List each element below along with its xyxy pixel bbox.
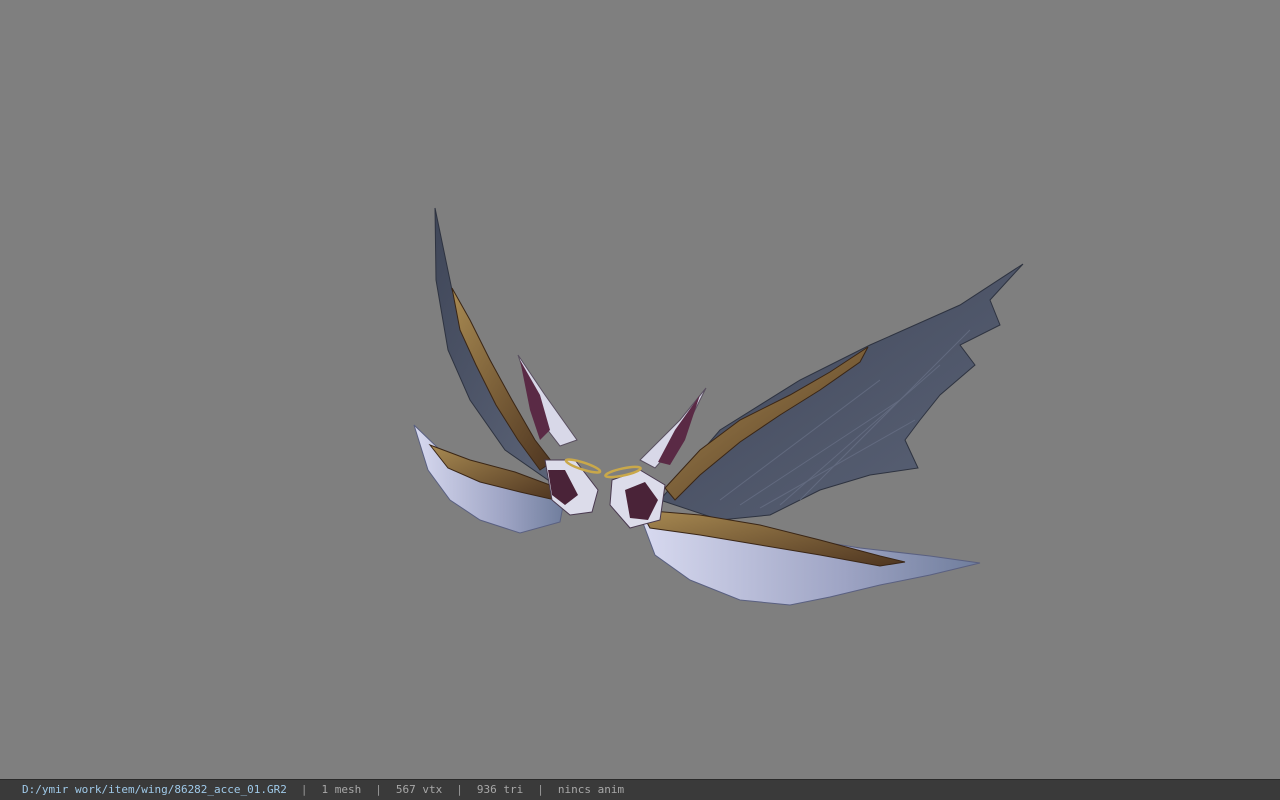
mesh-count: 1 mesh [321,783,362,796]
render-viewport[interactable] [0,0,1280,779]
separator: | [375,783,382,796]
separator: | [537,783,544,796]
file-path: D:/ymir work/item/wing/86282_acce_01.GR2 [22,783,287,796]
status-bar: D:/ymir work/item/wing/86282_acce_01.GR2… [0,779,1280,800]
animation-status: nincs anim [557,783,625,796]
separator: | [456,783,463,796]
separator: | [300,783,308,796]
left-wing [413,207,602,534]
vertex-count: 567 vtx [395,783,443,796]
wing-model-render [413,207,1024,606]
triangle-count: 936 tri [476,783,524,796]
right-wing [604,263,1024,606]
